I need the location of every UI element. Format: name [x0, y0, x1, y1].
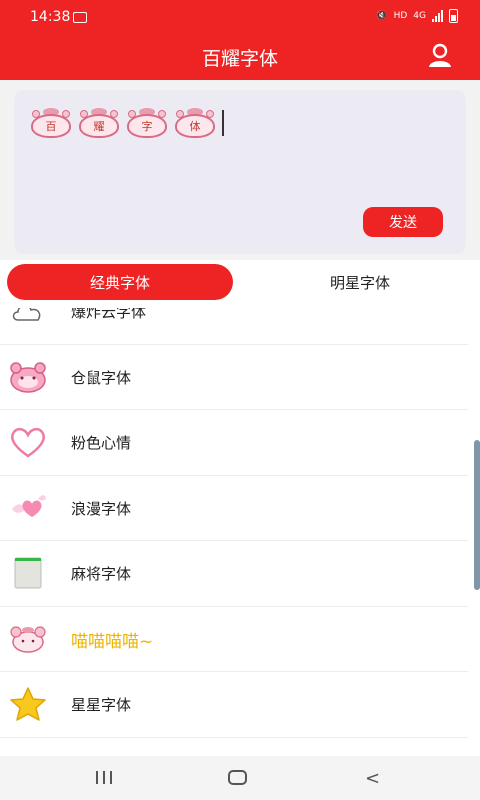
styled-char: 体 [172, 106, 218, 140]
system-nav-bar: < [0, 756, 480, 800]
list-item[interactable]: 浪漫字体 [0, 476, 468, 541]
signal-icon [432, 10, 443, 22]
text-cursor [222, 110, 224, 136]
list-item[interactable]: 粉色心情 [0, 410, 468, 476]
font-category-tabs: 经典字体 明星字体 [0, 260, 480, 308]
font-name: 粉色心情 [71, 434, 132, 452]
font-name: 麻将字体 [71, 565, 132, 583]
styled-char: 百 [28, 106, 74, 140]
back-icon[interactable]: < [365, 768, 380, 789]
status-time: 14:38 [30, 9, 71, 25]
list-scrollbar[interactable] [474, 440, 480, 590]
tab-star-fonts[interactable]: 明星字体 [250, 264, 470, 300]
styled-text-preview: 百 耀 字 体 [28, 106, 224, 140]
styled-char-text: 耀 [79, 114, 119, 138]
font-name: 喵喵喵喵~ [71, 631, 154, 652]
status-icons: 🔇 HD 4G [376, 9, 458, 23]
star-icon [8, 686, 48, 722]
styled-char-text: 百 [31, 114, 71, 138]
styled-char: 字 [124, 106, 170, 140]
list-item[interactable]: 喵喵喵喵~ [0, 607, 468, 672]
list-item[interactable]: 星星字体 [0, 672, 468, 738]
send-button[interactable]: 发送 [363, 207, 443, 237]
cloud-icon [8, 308, 48, 329]
mahjong-tile-icon [8, 555, 48, 591]
hd-label: HD [393, 11, 408, 21]
page-title: 百耀字体 [201, 48, 278, 70]
font-name: 浪漫字体 [71, 499, 132, 518]
hamster-icon [8, 359, 48, 395]
cat-icon [8, 621, 48, 657]
gallery-notification-icon [73, 12, 87, 23]
styled-char: 耀 [76, 106, 122, 140]
recent-apps-icon[interactable] [96, 771, 112, 784]
mute-icon: 🔇 [376, 11, 388, 21]
winged-heart-icon [8, 490, 48, 526]
text-editor[interactable]: 百 耀 字 体 发送 [14, 90, 466, 254]
list-item[interactable]: 爆炸云字体 [0, 308, 468, 345]
font-name: 爆炸云字体 [71, 308, 147, 321]
font-name: 仓鼠字体 [71, 368, 132, 387]
status-bar: 14:38 🔇 HD 4G [0, 0, 480, 36]
app-bar: 百耀字体 [0, 36, 480, 80]
font-name: 星星字体 [71, 696, 132, 714]
list-item[interactable]: 仓鼠字体 [0, 345, 468, 410]
styled-char-text: 体 [175, 114, 215, 138]
tab-classic-fonts[interactable]: 经典字体 [7, 264, 233, 300]
home-icon[interactable] [228, 770, 247, 785]
list-item[interactable]: 麻将字体 [0, 541, 468, 607]
font-list: 爆炸云字体 仓鼠字体 粉色心情 浪漫字体 麻将字体 喵喵喵喵~ 星星字体 [0, 308, 480, 756]
editor-area: 百 耀 字 体 发送 [0, 80, 480, 260]
pink-heart-icon [8, 424, 48, 460]
user-icon[interactable] [426, 42, 454, 70]
styled-char-text: 字 [127, 114, 167, 138]
battery-icon [449, 9, 458, 23]
network-4g-label: 4G [413, 11, 426, 21]
